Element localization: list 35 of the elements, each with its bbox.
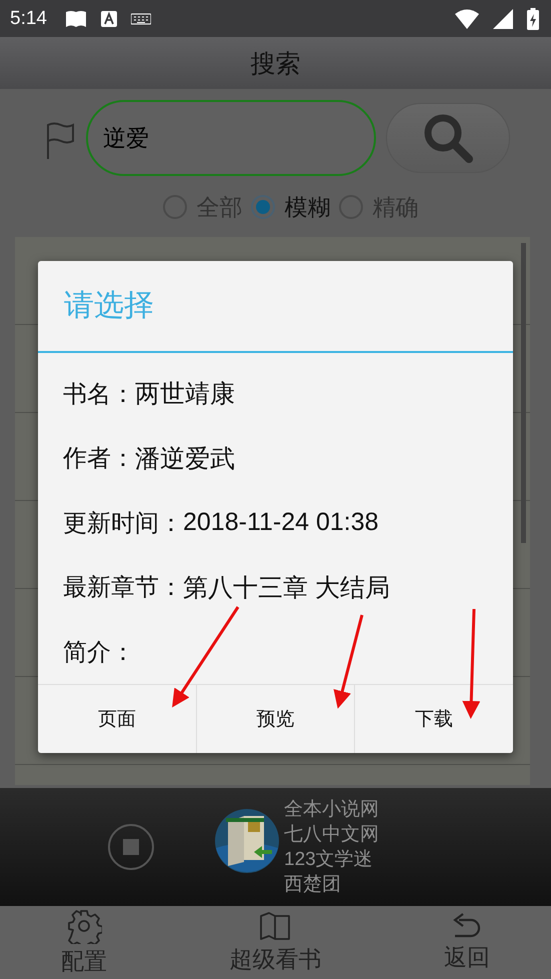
keyboard-icon xyxy=(130,12,151,24)
keyboard-lang-icon xyxy=(100,10,117,26)
field-label: 书名： xyxy=(63,378,135,410)
source-name[interactable]: 七八中文网 xyxy=(284,822,379,847)
dialog-button[interactable]: 页面 xyxy=(38,684,196,753)
field-label: 简介： xyxy=(63,636,135,668)
source-name[interactable]: 西楚团 xyxy=(284,872,379,897)
book-app-icon[interactable] xyxy=(214,808,280,874)
dialog-button[interactable]: 下载 xyxy=(354,684,514,753)
battery-icon xyxy=(527,8,539,30)
flag-icon[interactable] xyxy=(44,121,76,161)
dialog-title: 请选择 xyxy=(63,287,155,326)
back-icon xyxy=(450,912,483,940)
field-value: 潘逆爱武 xyxy=(135,444,235,475)
nav-tab[interactable]: 配置 xyxy=(61,908,108,977)
source-name[interactable]: 123文学迷 xyxy=(284,847,379,872)
stop-icon[interactable] xyxy=(107,823,155,871)
field-value: 第八十三章 大结局 xyxy=(183,572,390,604)
source-name[interactable]: 全本小说网 xyxy=(284,797,379,822)
signal-icon xyxy=(493,8,513,28)
search-field[interactable]: 逆爱 xyxy=(86,100,376,176)
field-label: 更新时间： xyxy=(63,508,183,539)
field-value: 两世靖康 xyxy=(135,379,235,410)
settings-icon xyxy=(66,908,102,944)
screen-title: 搜索 xyxy=(250,48,300,80)
field-label: 最新章节： xyxy=(63,572,183,604)
book-icon xyxy=(259,910,292,942)
dialog-button[interactable]: 预览 xyxy=(196,684,354,753)
field-value: 2018-11-24 01:38 xyxy=(183,508,379,538)
nav-tab[interactable]: 超级看书 xyxy=(229,910,322,975)
status-time: 5:14 xyxy=(10,8,47,30)
wifi-icon xyxy=(455,8,479,28)
nav-tab[interactable]: 返回 xyxy=(444,912,490,973)
field-label: 作者： xyxy=(63,443,135,474)
match-mode-radio[interactable]: 模糊 xyxy=(250,192,330,222)
